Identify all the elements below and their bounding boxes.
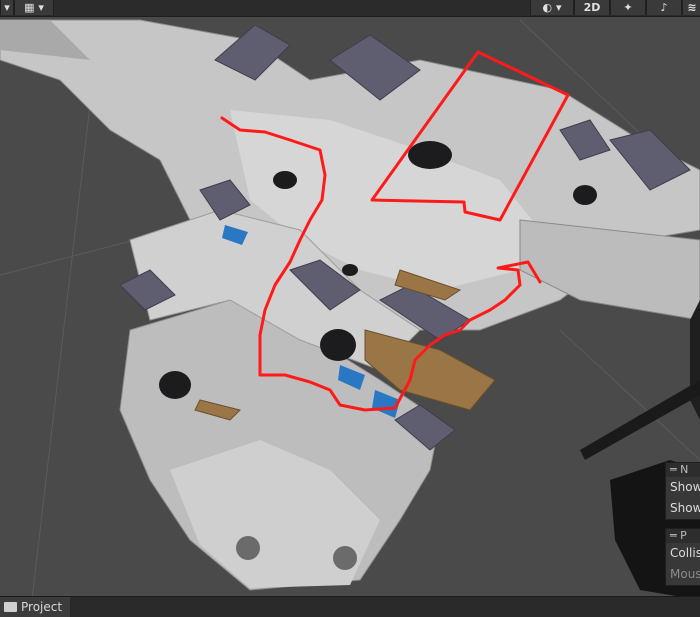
overlay-option[interactable]: Mous [666, 564, 700, 585]
grid-icon: ▦ [24, 1, 35, 14]
audio-icon: ♪ [660, 1, 668, 14]
chevron-down-icon: ▾ [38, 1, 44, 14]
grid-toggle-button[interactable]: ▦ ▾ [14, 0, 54, 15]
lighting-toggle-button[interactable]: ✦ [610, 0, 646, 15]
tab-project[interactable]: Project [0, 597, 71, 617]
physics-overlay-panel[interactable]: ═ P Collis Mous [665, 528, 700, 586]
draw-mode-button[interactable]: ◐ ▾ [530, 0, 574, 15]
overlay-option[interactable]: Show [666, 498, 700, 519]
toolbar-dropdown-button[interactable]: ▾ [0, 0, 14, 15]
draw-mode-sphere-icon: ◐ [542, 1, 553, 14]
drag-handle-icon: ═ [670, 463, 677, 476]
navigation-overlay-panel[interactable]: ═ N Show Show [665, 462, 700, 520]
overlay-header[interactable]: ═ P [666, 529, 700, 543]
overlay-option[interactable]: Show [666, 477, 700, 498]
folder-icon [4, 602, 17, 612]
drag-handle-icon: ═ [670, 529, 677, 542]
scene-toolbar: ▾ ▦ ▾ ◐ ▾ 2D ✦ ♪ ≋ [0, 0, 700, 17]
tab-label: Project [21, 600, 63, 614]
effects-toggle-button[interactable]: ≋ [682, 0, 700, 15]
overlay-header[interactable]: ═ N [666, 463, 700, 477]
audio-toggle-button[interactable]: ♪ [646, 0, 682, 15]
dropdown-arrow-icon: ▾ [4, 1, 10, 14]
overlay-option[interactable]: Collis [666, 543, 700, 564]
effects-icon: ≋ [687, 1, 697, 14]
mode-2d-button[interactable]: 2D [574, 0, 610, 15]
bottom-panel-bar: Project [0, 596, 700, 617]
lighting-icon: ✦ [623, 1, 633, 14]
scene-view-viewport[interactable] [0, 0, 700, 616]
island-terrain [0, 19, 700, 591]
chevron-down-icon: ▾ [555, 1, 562, 14]
